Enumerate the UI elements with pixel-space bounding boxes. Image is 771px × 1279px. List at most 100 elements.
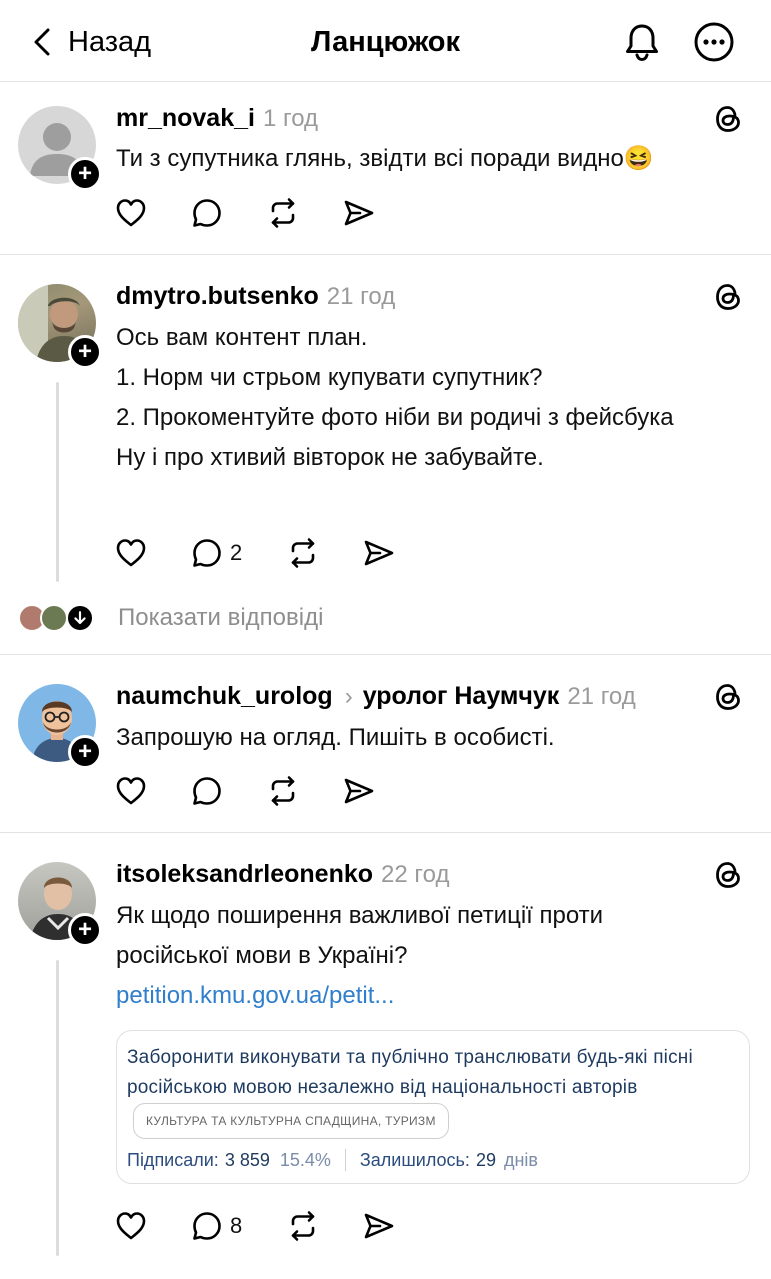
post-actions bbox=[114, 773, 382, 809]
reply-button[interactable] bbox=[190, 195, 266, 231]
post-actions: 8 bbox=[114, 1208, 402, 1244]
post-text-line: 2. Прокоментуйте фото ніби ви родичі з ф… bbox=[116, 404, 674, 431]
repost-icon bbox=[271, 198, 295, 228]
divider bbox=[0, 832, 771, 833]
timestamp: 21 год bbox=[326, 283, 396, 310]
chevron-right-icon: › bbox=[344, 683, 353, 710]
reply-to-name[interactable]: уролог Наумчук bbox=[363, 682, 560, 711]
repost-icon bbox=[271, 776, 295, 806]
heart-icon bbox=[116, 539, 146, 567]
repost-icon bbox=[291, 538, 315, 568]
threads-logo-button[interactable] bbox=[710, 101, 746, 137]
divider bbox=[0, 654, 771, 655]
send-icon bbox=[364, 540, 394, 566]
post-link[interactable]: petition.kmu.gov.ua/petit... bbox=[116, 976, 716, 1016]
threads-logo-button[interactable] bbox=[710, 679, 746, 715]
thread-line bbox=[56, 960, 59, 1256]
post-meta: itsoleksandrleonenko 22 год bbox=[116, 860, 449, 889]
reply-avatar bbox=[40, 604, 68, 632]
follow-button[interactable]: + bbox=[68, 157, 102, 191]
heart-icon bbox=[116, 199, 146, 227]
repost-button[interactable] bbox=[266, 773, 342, 809]
send-icon bbox=[344, 778, 374, 804]
heart-icon bbox=[116, 777, 146, 805]
share-button[interactable] bbox=[342, 195, 382, 231]
signed-value: 3 859 bbox=[224, 1149, 270, 1170]
thread-line bbox=[56, 382, 59, 582]
back-label: Назад bbox=[68, 25, 152, 58]
repost-button[interactable] bbox=[266, 195, 342, 231]
username[interactable]: naumchuk_urolog bbox=[116, 682, 333, 711]
follow-button[interactable]: + bbox=[68, 735, 102, 769]
threads-logo-icon bbox=[716, 284, 740, 310]
show-replies-label[interactable]: Показати відповіді bbox=[118, 604, 323, 632]
send-icon bbox=[364, 1213, 394, 1239]
reply-count: 2 bbox=[230, 540, 243, 565]
like-button[interactable] bbox=[114, 195, 190, 231]
post-text-line: 1. Норм чи стрьом купувати супутник? bbox=[116, 364, 543, 391]
post-meta: naumchuk_urolog › уролог Наумчук 21 год bbox=[116, 682, 636, 711]
notifications-button[interactable] bbox=[620, 20, 664, 64]
card-title: Заборонити виконувати та публічно трансл… bbox=[127, 1043, 739, 1139]
threads-logo-button[interactable] bbox=[710, 279, 746, 315]
threads-logo-icon bbox=[716, 684, 740, 710]
card-category-tag: КУЛЬТУРА ТА КУЛЬТУРНА СПАДЩИНА, ТУРИЗМ bbox=[133, 1103, 449, 1139]
repost-icon bbox=[291, 1211, 315, 1241]
share-button[interactable] bbox=[342, 773, 382, 809]
reply-button[interactable]: 8 bbox=[190, 1208, 286, 1244]
comment-icon bbox=[193, 777, 221, 805]
post-meta: dmytro.butsenko 21 год bbox=[116, 282, 395, 311]
link-preview-card[interactable]: Заборонити виконувати та публічно трансл… bbox=[116, 1030, 750, 1184]
comment-icon bbox=[193, 539, 221, 567]
repost-button[interactable] bbox=[286, 1208, 362, 1244]
like-button[interactable] bbox=[114, 535, 190, 571]
post-text-line: Ось вам контент план. bbox=[116, 324, 368, 351]
more-options-icon bbox=[694, 22, 734, 62]
reply-count: 8 bbox=[230, 1213, 243, 1238]
post-text: Запрошую на огляд. Пишіть в особисті. bbox=[116, 724, 555, 751]
post-text: Ось вам контент план. 1. Норм чи стрьом … bbox=[116, 318, 746, 478]
post-text-line: Ну і про хтивий вівторок не забувайте. bbox=[116, 444, 544, 471]
card-stats: Підписали: 3 859 15.4% Залишилось: 29 дн… bbox=[127, 1149, 538, 1171]
remaining-label: Залишилось: bbox=[359, 1149, 470, 1170]
follow-button[interactable]: + bbox=[68, 913, 102, 947]
follow-button[interactable]: + bbox=[68, 335, 102, 369]
show-replies-row[interactable]: Показати відповіді bbox=[0, 598, 771, 638]
comment-icon bbox=[193, 199, 221, 227]
threads-logo-icon bbox=[716, 106, 740, 132]
divider bbox=[0, 254, 771, 255]
post-actions: 2 bbox=[114, 535, 402, 571]
back-button[interactable]: Назад bbox=[30, 22, 151, 62]
signed-percent: 15.4% bbox=[279, 1149, 331, 1170]
like-button[interactable] bbox=[114, 773, 190, 809]
repost-button[interactable] bbox=[286, 535, 362, 571]
stats-divider bbox=[344, 1149, 346, 1171]
remaining-unit: днів bbox=[503, 1149, 538, 1170]
reply-button[interactable] bbox=[190, 773, 266, 809]
threads-logo-icon bbox=[716, 862, 740, 888]
reply-button[interactable]: 2 bbox=[190, 535, 286, 571]
username[interactable]: mr_novak_i bbox=[116, 104, 255, 133]
post-text: Як щодо поширення важливої петиції проти… bbox=[116, 896, 716, 1016]
username[interactable]: dmytro.butsenko bbox=[116, 282, 319, 311]
top-bar: Назад Ланцюжок bbox=[0, 0, 771, 82]
share-button[interactable] bbox=[362, 1208, 402, 1244]
timestamp: 21 год bbox=[567, 683, 636, 710]
post-text-body: Як щодо поширення важливої петиції проти… bbox=[116, 902, 604, 969]
post-meta: mr_novak_i 1 год bbox=[116, 104, 318, 133]
heart-icon bbox=[116, 1212, 146, 1240]
bell-icon bbox=[626, 24, 658, 62]
comment-icon bbox=[193, 1212, 221, 1240]
share-button[interactable] bbox=[362, 535, 402, 571]
timestamp: 1 год bbox=[262, 105, 319, 132]
more-options-button[interactable] bbox=[692, 20, 736, 64]
signed-label: Підписали: bbox=[127, 1149, 219, 1170]
post-actions bbox=[114, 195, 382, 231]
card-title-text: Заборонити виконувати та публічно трансл… bbox=[127, 1047, 693, 1098]
username[interactable]: itsoleksandrleonenko bbox=[116, 860, 373, 889]
send-icon bbox=[344, 200, 374, 226]
timestamp: 22 год bbox=[381, 861, 450, 888]
like-button[interactable] bbox=[114, 1208, 190, 1244]
chevron-left-icon bbox=[34, 28, 50, 56]
threads-logo-button[interactable] bbox=[710, 857, 746, 893]
